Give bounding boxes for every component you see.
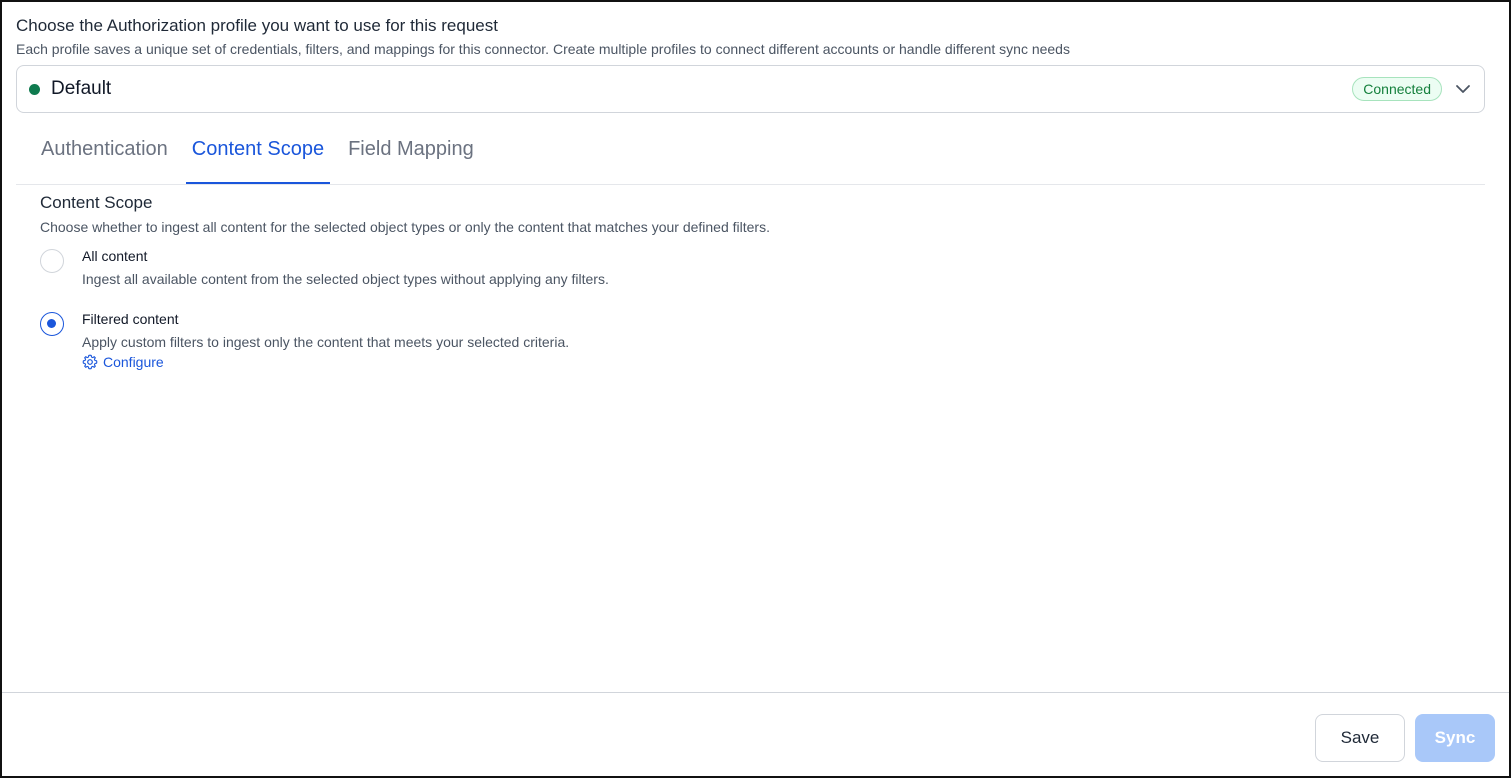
tab-authentication[interactable]: Authentication (41, 126, 168, 184)
gear-icon (82, 354, 98, 370)
page-title: Choose the Authorization profile you wan… (16, 16, 498, 35)
profile-dropdown[interactable]: Default Connected (16, 65, 1485, 113)
profile-name: Default (51, 78, 112, 99)
option-label: All content (82, 248, 148, 264)
content-scope-section: Content Scope Choose whether to ingest a… (40, 192, 770, 238)
tab-content-scope[interactable]: Content Scope (185, 126, 331, 184)
page-subtitle: Each profile saves a unique set of crede… (16, 41, 1070, 57)
tab-field-mapping[interactable]: Field Mapping (348, 126, 474, 184)
option-description: Ingest all available content from the se… (82, 271, 609, 287)
section-description: Choose whether to ingest all content for… (40, 219, 770, 235)
status-dot-icon (29, 83, 40, 95)
all-content-radio[interactable] (40, 249, 64, 273)
chevron-down-icon[interactable] (1454, 80, 1472, 98)
header: Choose the Authorization profile you wan… (16, 14, 1495, 60)
option-label: Filtered content (82, 311, 179, 327)
footer: Save Sync (2, 692, 1509, 778)
tab-bar: Authentication Content Scope Field Mappi… (16, 126, 1485, 185)
filtered-content-radio[interactable] (40, 312, 64, 336)
save-button[interactable]: Save (1315, 714, 1405, 762)
sync-button[interactable]: Sync (1415, 714, 1495, 762)
option-text: All content Ingest all available content… (82, 246, 609, 290)
configure-link[interactable]: Configure (82, 354, 569, 370)
connector-panel: Choose the Authorization profile you wan… (0, 0, 1511, 778)
option-description: Apply custom filters to ingest only the … (82, 334, 570, 350)
configure-label: Configure (103, 354, 164, 370)
section-title: Content Scope (40, 193, 153, 212)
status-badge: Connected (1352, 77, 1442, 101)
option-text: Filtered content Apply custom filters to… (82, 309, 569, 370)
